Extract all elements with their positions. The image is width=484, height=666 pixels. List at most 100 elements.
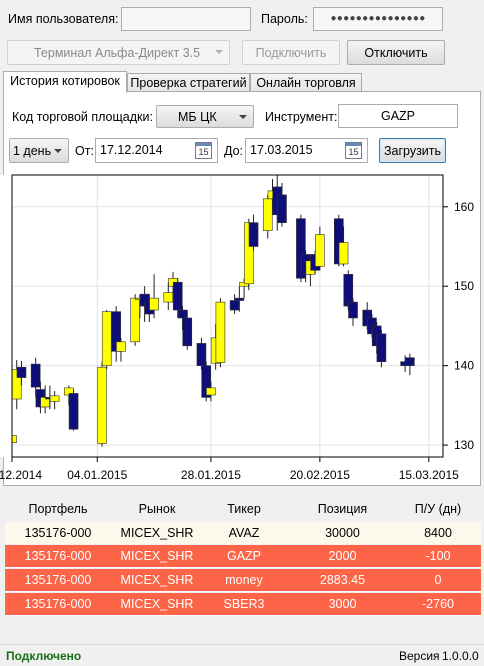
from-label: От: <box>75 144 94 158</box>
cell-pnl: -2760 <box>422 597 454 611</box>
instrument-input[interactable]: GAZP <box>338 104 458 128</box>
column-header-ticker: Тикер <box>227 502 261 516</box>
candle-body <box>149 297 159 311</box>
x-tick-label: 28.01.2015 <box>181 468 241 482</box>
exchange-select[interactable]: МБ ЦК <box>156 105 254 128</box>
candle-body <box>97 366 107 444</box>
candle-body <box>405 357 415 366</box>
exchange-select-value: МБ ЦК <box>178 110 217 124</box>
cell-market: MICEX_SHR <box>120 526 194 540</box>
period-select[interactable]: 1 день <box>9 138 69 163</box>
x-tick-label: 15.03.2015 <box>399 468 459 482</box>
connect-button[interactable]: Подключить <box>242 40 340 65</box>
candle-body <box>234 297 245 301</box>
x-tick-label: 20.02.2015 <box>290 468 350 482</box>
candle-body <box>229 300 240 311</box>
cell-portfolio: 135176-000 <box>24 549 92 563</box>
to-date-value: 17.03.2015 <box>250 143 313 157</box>
candle-body <box>315 234 325 267</box>
terminal-select[interactable]: Терминал Альфа-Директ 3.5 <box>7 40 230 65</box>
period-select-value: 1 день <box>13 144 52 158</box>
y-tick-label: 130 <box>454 438 474 452</box>
cell-pnl: -100 <box>425 549 451 563</box>
cell-market: MICEX_SHR <box>120 597 194 611</box>
candlestick-chart[interactable]: 130 140 150 160 17.12.2014 04.01.2015 28.01.20… <box>0 170 484 486</box>
candle-body <box>68 393 79 430</box>
positions-header: Портфель Рынок Тикер Позиция П/У (дн) <box>0 497 484 521</box>
column-header-portfolio: Портфель <box>28 502 88 516</box>
cell-pnl: 0 <box>434 573 442 587</box>
password-input[interactable]: ●●●●●●●●●●●●●●● <box>313 7 443 31</box>
cell-ticker: AVAZ <box>228 526 260 540</box>
load-button[interactable]: Загрузить <box>379 138 446 163</box>
calendar-icon[interactable]: 15 <box>195 142 212 159</box>
plot-left-margin <box>0 175 12 457</box>
candle-body <box>206 387 216 396</box>
disconnect-button[interactable]: Отключить <box>347 40 445 65</box>
table-row[interactable]: 135176-000 MICEX_SHR money 2883.45 0 <box>5 569 481 592</box>
candle-body <box>116 341 126 352</box>
candle-body <box>130 297 140 343</box>
candle-body <box>182 317 193 347</box>
candle-body <box>177 309 188 319</box>
to-label: До: <box>224 144 244 158</box>
from-date-value: 17.12.2014 <box>100 143 163 157</box>
cell-ticker: money <box>225 573 263 587</box>
column-header-market: Рынок <box>138 502 176 516</box>
cell-portfolio: 135176-000 <box>24 597 92 611</box>
cell-ticker: GAZP <box>226 549 262 563</box>
cell-position: 3000 <box>328 597 357 611</box>
candle-body <box>172 281 183 311</box>
column-header-pnl: П/У (дн) <box>414 502 462 516</box>
chevron-down-icon <box>54 149 62 153</box>
cell-portfolio: 135176-000 <box>24 526 92 540</box>
column-header-position: Позиция <box>317 502 368 516</box>
candle-body <box>215 301 226 363</box>
candle-body <box>343 273 354 307</box>
tab-strategy-test[interactable]: Проверка стратегий <box>127 73 250 92</box>
cell-position: 2883.45 <box>319 573 366 587</box>
cell-portfolio: 135176-000 <box>24 573 92 587</box>
calendar-icon[interactable]: 15 <box>345 142 362 159</box>
cell-ticker: SBER3 <box>223 597 265 611</box>
candle-body <box>49 395 60 402</box>
cell-market: MICEX_SHR <box>120 549 194 563</box>
x-tick-label: 17.12.2014 <box>0 468 42 482</box>
candle-body <box>348 301 358 319</box>
tab-quote-history[interactable]: История котировок <box>3 71 127 93</box>
username-input[interactable] <box>121 7 251 31</box>
candle-body <box>30 363 41 388</box>
y-tick-label: 140 <box>454 359 474 373</box>
y-tick-label: 160 <box>454 200 474 214</box>
cell-position: 2000 <box>328 549 357 563</box>
candle-body <box>376 333 387 362</box>
candle-body <box>338 242 349 265</box>
candle-body <box>277 194 287 223</box>
password-label: Пароль: <box>261 12 308 26</box>
candle-body <box>196 343 207 366</box>
candle-body <box>101 311 112 366</box>
cell-pnl: 8400 <box>424 526 452 540</box>
candle-body <box>248 222 259 247</box>
cell-position: 30000 <box>325 526 360 540</box>
exchange-label: Код торговой площадки: <box>12 110 153 124</box>
table-row[interactable]: 135176-000 MICEX_SHR AVAZ 30000 8400 <box>5 522 481 544</box>
tab-online-trading[interactable]: Онлайн торговля <box>250 73 362 92</box>
chevron-down-icon <box>215 50 223 54</box>
candle-body <box>163 292 174 303</box>
x-tick-label: 04.01.2015 <box>67 468 127 482</box>
status-bar: Подключено Версия 1.0.0.0 <box>0 644 484 664</box>
candle-body <box>262 198 273 231</box>
table-row[interactable]: 135176-000 MICEX_SHR SBER3 3000 -2760 <box>5 593 481 616</box>
instrument-label: Инструмент: <box>265 110 338 124</box>
version-value: 1.0.0.0 <box>442 649 479 663</box>
username-label: Имя пользователя: <box>8 12 119 26</box>
candle-body <box>16 366 27 378</box>
terminal-select-value: Терминал Альфа-Директ 3.5 <box>34 46 201 60</box>
chevron-down-icon <box>239 115 247 119</box>
version-label: Версия <box>399 649 440 663</box>
table-row[interactable]: 135176-000 MICEX_SHR GAZP 2000 -100 <box>5 545 481 568</box>
cell-market: MICEX_SHR <box>120 573 194 587</box>
connection-status: Подключено <box>6 649 82 663</box>
y-tick-label: 150 <box>454 279 474 293</box>
